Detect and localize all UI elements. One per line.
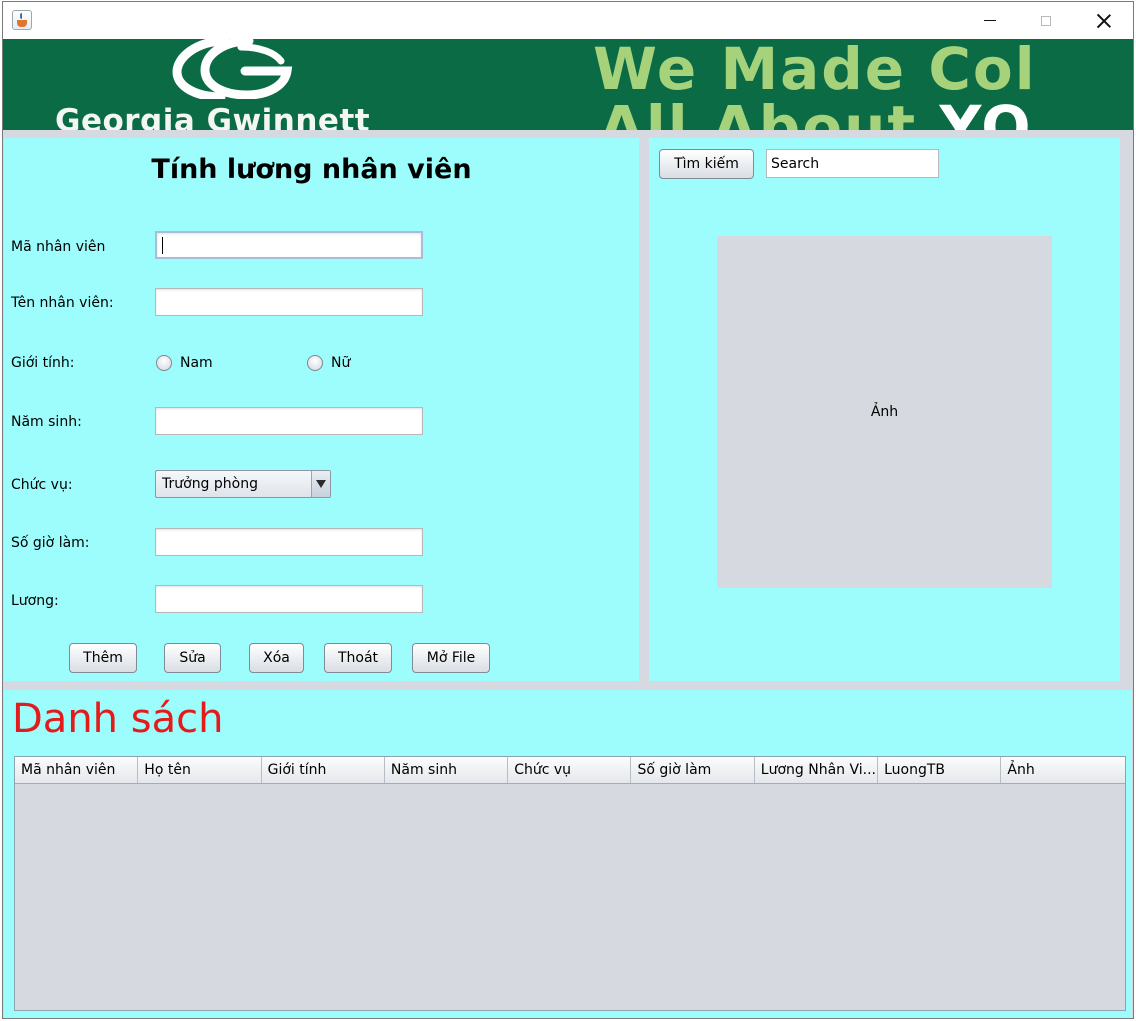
exit-button[interactable]: Thoát xyxy=(324,643,392,673)
title-bar xyxy=(3,2,1133,39)
salary-field[interactable] xyxy=(155,585,423,613)
hours-label: Số giờ làm: xyxy=(11,535,90,551)
add-button[interactable]: Thêm xyxy=(69,643,137,673)
column-header-full-name[interactable]: Họ tên xyxy=(138,757,262,783)
maximize-button[interactable] xyxy=(1017,2,1075,39)
gender-male-radio[interactable] xyxy=(156,355,172,371)
gender-male-label[interactable]: Nam xyxy=(180,355,213,371)
text-caret xyxy=(162,237,163,254)
column-header-hours[interactable]: Số giờ làm xyxy=(631,757,755,783)
column-header-gender[interactable]: Giới tính xyxy=(262,757,385,783)
chevron-down-icon[interactable] xyxy=(311,471,330,497)
gg-logo-icon xyxy=(172,39,293,99)
photo-box: Ảnh xyxy=(717,236,1052,588)
close-button[interactable] xyxy=(1075,2,1133,39)
gender-female-label[interactable]: Nữ xyxy=(331,355,350,371)
birth-year-field[interactable] xyxy=(155,407,423,435)
gender-label: Giới tính: xyxy=(11,355,75,371)
app-window: Georgia Gwinnett We Made Col All About Y… xyxy=(2,1,1134,1019)
gender-female-radio[interactable] xyxy=(307,355,323,371)
list-title: Danh sách xyxy=(12,696,224,742)
banner-slogan-line2: All About YO xyxy=(599,93,1033,130)
position-select[interactable]: Trưởng phòng xyxy=(155,470,331,498)
banner-image: Georgia Gwinnett We Made Col All About Y… xyxy=(3,39,1133,130)
column-header-birth-year[interactable]: Năm sinh xyxy=(385,757,509,783)
salary-label: Lương: xyxy=(11,593,59,609)
birth-year-label: Năm sinh: xyxy=(11,414,82,430)
search-panel: Tìm kiếm Ảnh xyxy=(649,138,1120,681)
employee-id-field[interactable] xyxy=(155,231,423,259)
employee-name-field[interactable] xyxy=(155,288,423,316)
position-label: Chức vụ: xyxy=(11,477,73,493)
maximize-icon xyxy=(1041,15,1051,26)
close-icon xyxy=(1097,14,1111,28)
search-button[interactable]: Tìm kiếm xyxy=(659,149,754,179)
column-header-employee-id[interactable]: Mã nhân viên xyxy=(15,757,139,783)
table-header: Mã nhân viên Họ tên Giới tính Năm sinh C… xyxy=(15,757,1125,784)
employee-name-label: Tên nhân viên: xyxy=(11,295,114,311)
minimize-icon xyxy=(984,20,996,21)
list-panel: Danh sách Mã nhân viên Họ tên Giới tính … xyxy=(4,690,1132,1018)
column-header-position[interactable]: Chức vụ xyxy=(508,757,632,783)
position-selected-value: Trưởng phòng xyxy=(162,476,258,492)
banner-logo-text: Georgia Gwinnett xyxy=(55,103,371,130)
employee-form-panel: Tính lương nhân viên Mã nhân viên Tên nh… xyxy=(4,138,639,681)
photo-label: Ảnh xyxy=(870,404,899,420)
edit-button[interactable]: Sửa xyxy=(164,643,221,673)
column-header-salary[interactable]: Lương Nhân Vi... xyxy=(755,757,879,783)
column-header-average-salary[interactable]: LuongTB xyxy=(878,757,1002,783)
form-title: Tính lương nhân viên xyxy=(151,154,472,185)
delete-button[interactable]: Xóa xyxy=(249,643,304,673)
search-input[interactable] xyxy=(766,149,939,178)
employee-id-label: Mã nhân viên xyxy=(11,239,106,255)
hours-field[interactable] xyxy=(155,528,423,556)
minimize-button[interactable] xyxy=(961,2,1019,39)
column-header-photo[interactable]: Ảnh xyxy=(1001,757,1124,783)
employee-table[interactable]: Mã nhân viên Họ tên Giới tính Năm sinh C… xyxy=(14,756,1126,1011)
java-cup-icon[interactable] xyxy=(12,10,32,30)
open-file-button[interactable]: Mở File xyxy=(412,643,490,673)
